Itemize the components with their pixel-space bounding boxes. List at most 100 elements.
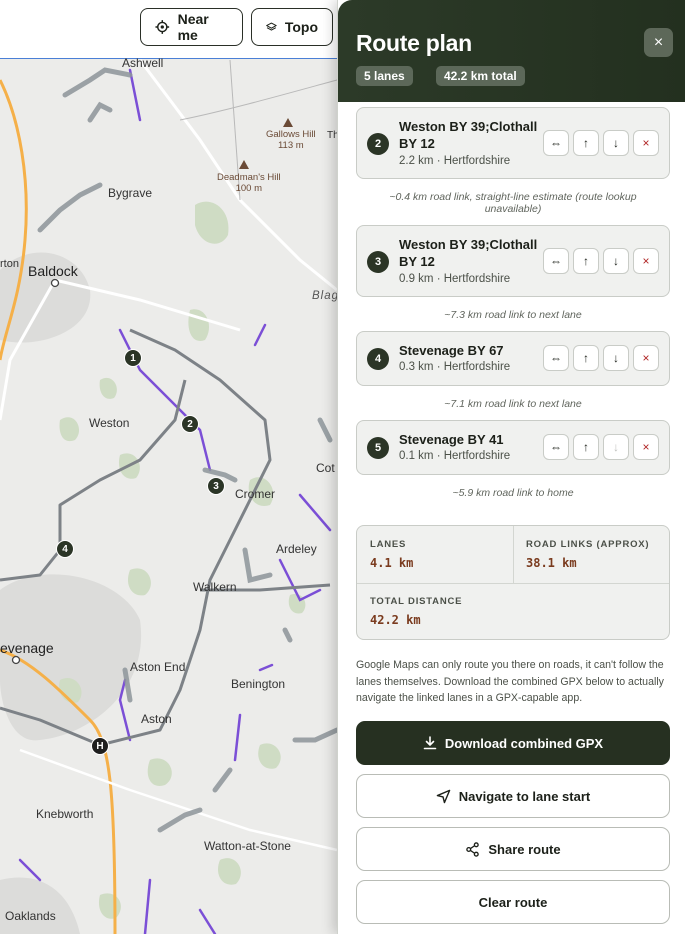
- lane-number-badge: 5: [367, 437, 389, 459]
- move-up-button[interactable]: ↑: [573, 434, 599, 460]
- lane-card[interactable]: 3 Weston BY 39;Clothall BY 12 0.9 km · H…: [356, 225, 670, 297]
- move-up-button[interactable]: ↑: [573, 345, 599, 371]
- route-marker-2[interactable]: 2: [181, 415, 199, 433]
- lane-number-badge: 3: [367, 251, 389, 273]
- arrow-up-icon: ↑: [583, 136, 589, 150]
- lane-card[interactable]: 2 Weston BY 39;Clothall BY 12 2.2 km · H…: [356, 107, 670, 179]
- arrow-up-icon: ↑: [583, 351, 589, 365]
- clear-route-button[interactable]: Clear route: [356, 880, 670, 924]
- move-up-button[interactable]: ↑: [573, 130, 599, 156]
- arrow-up-icon: ↑: [583, 254, 589, 268]
- arrow-down-icon: ↓: [613, 440, 619, 454]
- lane-card[interactable]: 4 Stevenage BY 67 0.3 km · Hertfordshire…: [356, 331, 670, 386]
- arrow-down-icon: ↓: [613, 351, 619, 365]
- download-gpx-button[interactable]: Download combined GPX: [356, 721, 670, 765]
- remove-lane-button[interactable]: ×: [633, 345, 659, 371]
- map-label-benington: Benington: [231, 677, 286, 691]
- lane-name: Weston BY 39;Clothall BY 12: [399, 237, 538, 269]
- road-link-note: ~5.9 km road link to home: [452, 487, 574, 499]
- clear-route-label: Clear route: [478, 894, 548, 910]
- stats-divider: [357, 583, 669, 584]
- map-label-watton: Watton-at-Stone: [204, 839, 291, 853]
- reverse-lane-button[interactable]: ⇔: [543, 248, 569, 274]
- lane-meta: 0.9 km · Hertfordshire: [399, 273, 511, 285]
- remove-lane-button[interactable]: ×: [633, 434, 659, 460]
- route-marker-1[interactable]: 1: [124, 349, 142, 367]
- swap-icon: ⇔: [550, 440, 562, 454]
- close-icon: ×: [642, 254, 650, 268]
- navigate-to-start-button[interactable]: Navigate to lane start: [356, 774, 670, 818]
- share-route-button[interactable]: Share route: [356, 827, 670, 871]
- panel-scroll-area[interactable]: 2 Weston BY 39;Clothall BY 12 2.2 km · H…: [338, 102, 685, 934]
- lane-name: Stevenage BY 67: [399, 343, 504, 358]
- share-route-label: Share route: [488, 841, 561, 857]
- close-icon: ×: [653, 33, 664, 51]
- map-label-ashwell: Ashwell: [122, 56, 164, 70]
- gpx-note: Google Maps can only route you there on …: [356, 659, 664, 704]
- download-gpx-label: Download combined GPX: [444, 735, 604, 751]
- swap-icon: ⇔: [550, 254, 562, 268]
- arrow-down-icon: ↓: [613, 136, 619, 150]
- home-marker[interactable]: H: [91, 737, 109, 755]
- total-distance-stat-value: 42.2 km: [370, 613, 421, 627]
- hill-height: 113 m: [277, 140, 304, 151]
- topo-label: Topo: [284, 19, 318, 35]
- move-down-button[interactable]: ↓: [603, 130, 629, 156]
- move-down-button[interactable]: ↓: [603, 434, 629, 460]
- route-marker-3[interactable]: 3: [207, 477, 225, 495]
- hill-label-deadmans: Deadman's Hill 100 m: [217, 172, 281, 194]
- reverse-lane-button[interactable]: ⇔: [543, 130, 569, 156]
- panel-header: Route plan 5 lanes 42.2 km total ×: [338, 0, 685, 102]
- near-me-label: Near me: [177, 11, 209, 43]
- close-icon: ×: [642, 440, 650, 454]
- map-label-knebworth: Knebworth: [36, 807, 94, 821]
- map-label-cot: Cot: [316, 461, 335, 475]
- move-down-button[interactable]: ↓: [603, 248, 629, 274]
- map-label-baldock: Baldock: [28, 263, 78, 279]
- map-label-ardeley: Ardeley: [276, 542, 317, 556]
- topo-button[interactable]: Topo: [251, 8, 333, 46]
- road-link-note: ~0.4 km road link, straight-line estimat…: [389, 191, 637, 215]
- stats-divider: [513, 526, 514, 583]
- reverse-lane-button[interactable]: ⇔: [543, 345, 569, 371]
- remove-lane-button[interactable]: ×: [633, 130, 659, 156]
- crosshair-icon: [155, 20, 170, 34]
- route-marker-4[interactable]: 4: [56, 540, 74, 558]
- remove-lane-button[interactable]: ×: [633, 248, 659, 274]
- road-links-stat-value: 38.1 km: [526, 556, 577, 570]
- move-down-button[interactable]: ↓: [603, 345, 629, 371]
- lane-card[interactable]: 5 Stevenage BY 41 0.1 km · Hertfordshire…: [356, 420, 670, 475]
- arrow-up-icon: ↑: [583, 440, 589, 454]
- hill-label-gallows: Gallows Hill 113 m: [266, 129, 316, 151]
- road-link-note: ~7.1 km road link to next lane: [444, 398, 582, 410]
- map-label-stevenage: evenage: [0, 640, 54, 656]
- reverse-lane-button[interactable]: ⇔: [543, 434, 569, 460]
- lane-meta: 0.1 km · Hertfordshire: [399, 450, 511, 462]
- lane-meta: 2.2 km · Hertfordshire: [399, 155, 511, 167]
- map-label-orton: rton: [0, 258, 19, 270]
- navigate-label: Navigate to lane start: [458, 788, 591, 804]
- close-button[interactable]: ×: [644, 28, 673, 57]
- lane-actions: ⇔ ↑ ↓ ×: [543, 248, 659, 274]
- close-icon: ×: [642, 136, 650, 150]
- map-label-cromer: Cromer: [235, 487, 276, 501]
- route-plan-panel: Route plan 5 lanes 42.2 km total × 2 Wes…: [337, 0, 685, 934]
- hill-height: 100 m: [235, 183, 262, 194]
- hill-name: Gallows Hill: [266, 129, 316, 140]
- download-icon: [423, 736, 437, 750]
- lane-actions: ⇔ ↑ ↓ ×: [543, 434, 659, 460]
- map-label-bygrave: Bygrave: [108, 186, 153, 200]
- near-me-button[interactable]: Near me: [140, 8, 243, 46]
- hill-name: Deadman's Hill: [217, 172, 281, 183]
- move-up-button[interactable]: ↑: [573, 248, 599, 274]
- lanes-stat-value: 4.1 km: [370, 556, 414, 570]
- lane-number-badge: 4: [367, 348, 389, 370]
- total-distance-pill: 42.2 km total: [436, 66, 525, 86]
- map-label-blag: Blag: [312, 290, 340, 302]
- lane-name: Weston BY 39;Clothall BY 12: [399, 119, 538, 151]
- route-stats: LANES 4.1 km ROAD LINKS (APPROX) 38.1 km…: [356, 525, 670, 640]
- lane-number-badge: 2: [367, 133, 389, 155]
- panel-title: Route plan: [356, 30, 472, 56]
- map-label-aston: Aston: [141, 712, 172, 726]
- lanes-count-pill: 5 lanes: [356, 66, 413, 86]
